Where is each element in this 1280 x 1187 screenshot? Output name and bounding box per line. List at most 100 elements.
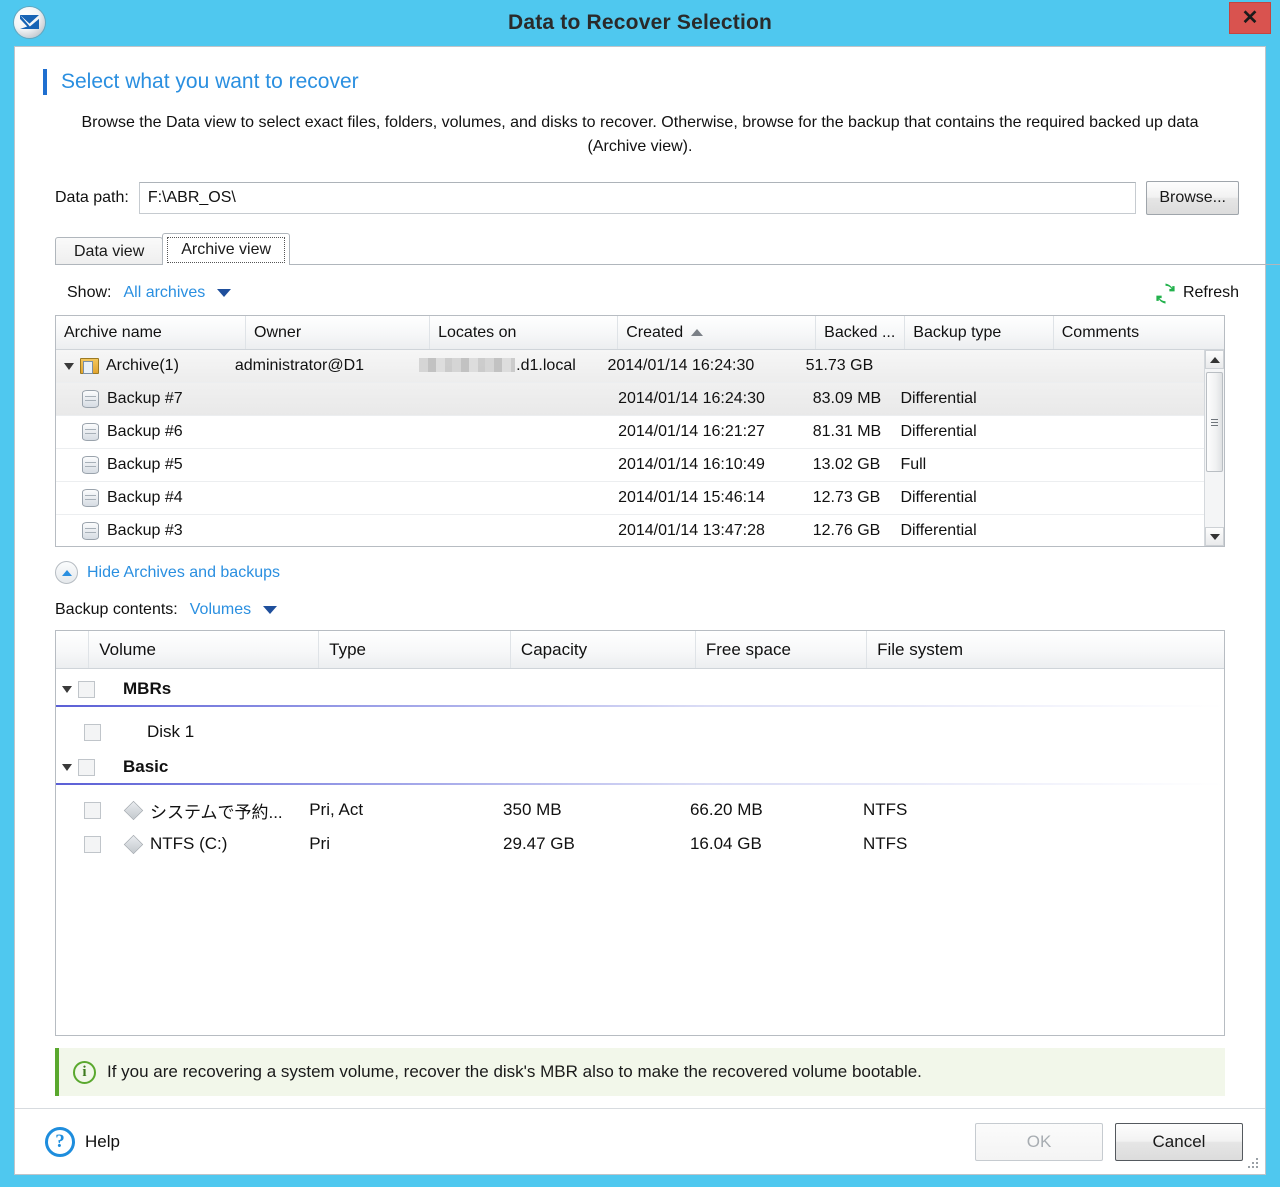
volume-table: Volume Type Capacity Free space File sys…	[55, 630, 1225, 1036]
backup-contents-row: Backup contents: Volumes	[55, 598, 1265, 622]
column-header-backed-up[interactable]: Backed ...	[816, 316, 906, 349]
backup-disk-icon	[82, 390, 99, 408]
cell-volume: Disk 1	[147, 722, 195, 741]
column-header-capacity[interactable]: Capacity	[511, 631, 696, 668]
info-banner-text: If you are recovering a system volume, r…	[107, 1062, 922, 1081]
table-row[interactable]: NTFS (C:) Pri 29.47 GB 16.04 GB NTFS	[56, 827, 1224, 861]
table-row[interactable]: Backup #6 2014/01/14 16:21:27 81.31 MB D…	[56, 416, 1204, 449]
chevron-down-icon[interactable]	[217, 289, 232, 297]
show-value-dropdown[interactable]: All archives	[123, 284, 205, 302]
row-checkbox[interactable]	[78, 680, 95, 698]
focus-ring	[167, 237, 286, 263]
cell-backed-up: 83.09 MB	[812, 390, 882, 407]
archive-table-body: Archive(1) administrator@D1 .d1.local 20…	[56, 350, 1204, 546]
cell-owner: administrator@D1	[234, 357, 365, 374]
cell-created: 2014/01/14 16:24:30	[607, 357, 755, 374]
chevron-down-icon[interactable]	[263, 606, 278, 614]
show-filter-row: Show: All archives Refresh	[67, 281, 1239, 305]
cell-file-system: NTFS	[863, 800, 908, 819]
archive-folder-icon	[80, 358, 99, 374]
close-icon[interactable]: ✕	[1229, 2, 1271, 34]
cell-created: 2014/01/14 16:24:30	[618, 390, 765, 407]
chevron-down-icon	[1209, 533, 1220, 540]
cell-backed-up: 13.02 GB	[812, 456, 881, 473]
question-circle-icon: ?	[45, 1126, 75, 1157]
ok-button[interactable]: OK	[975, 1122, 1103, 1161]
show-label: Show:	[67, 284, 112, 301]
browse-button[interactable]: Browse...	[1146, 181, 1239, 215]
data-path-label: Data path:	[55, 189, 129, 206]
cell-backup-type: Differential	[900, 390, 977, 407]
cell-archive-name: Backup #3	[107, 522, 183, 539]
cell-backup-type: Full	[900, 456, 927, 473]
row-checkbox[interactable]	[84, 801, 101, 819]
column-header-owner[interactable]: Owner	[246, 316, 431, 349]
chevron-up-icon	[1209, 356, 1220, 363]
refresh-button[interactable]: Refresh	[1155, 282, 1239, 304]
scroll-down-button[interactable]	[1205, 527, 1224, 546]
table-row[interactable]: Archive(1) administrator@D1 .d1.local 20…	[56, 350, 1204, 383]
table-row[interactable]: Backup #3 2014/01/14 13:47:28 12.76 GB D…	[56, 515, 1204, 546]
column-header-archive-name[interactable]: Archive name	[56, 316, 247, 349]
table-row[interactable]: Backup #4 2014/01/14 15:46:14 12.73 GB D…	[56, 482, 1204, 515]
cell-volume: システムで予約...	[150, 802, 283, 822]
cell-backed-up: 12.73 GB	[812, 489, 881, 506]
column-header-free-space[interactable]: Free space	[696, 631, 868, 668]
cell-created: 2014/01/14 16:21:27	[618, 423, 765, 440]
cancel-button[interactable]: Cancel	[1115, 1122, 1243, 1161]
redaction-block	[419, 358, 516, 372]
cell-capacity: 350 MB	[503, 800, 562, 819]
archive-table-scrollbar[interactable]	[1204, 350, 1224, 546]
column-header-comments[interactable]: Comments	[1054, 316, 1224, 349]
scroll-up-button[interactable]	[1205, 350, 1224, 369]
column-header-checkbox	[56, 631, 90, 668]
row-checkbox[interactable]	[84, 835, 101, 853]
cell-capacity: 29.47 GB	[503, 834, 575, 853]
cell-archive-name: Backup #4	[107, 489, 183, 506]
expand-collapse-icon[interactable]	[62, 763, 72, 771]
backup-contents-dropdown[interactable]: Volumes	[190, 601, 251, 619]
expand-collapse-icon[interactable]	[64, 362, 74, 370]
table-row[interactable]: システムで予約... Pri, Act 350 MB 66.20 MB NTFS	[56, 793, 1224, 827]
cell-backup-type: Differential	[900, 423, 977, 440]
hide-archives-link[interactable]: Hide Archives and backups	[55, 561, 1265, 584]
table-row[interactable]: Backup #7 2014/01/14 16:24:30 83.09 MB D…	[56, 383, 1204, 416]
dialog-client-area: Select what you want to recover Browse t…	[14, 46, 1280, 1175]
data-path-input[interactable]	[138, 182, 1137, 214]
cell-volume: Basic	[123, 757, 169, 776]
column-header-file-system[interactable]: File system	[867, 631, 1224, 668]
cell-type: Pri	[309, 834, 330, 853]
tab-archive-view[interactable]: Archive view	[162, 233, 291, 265]
heading-text: Select what you want to recover	[61, 70, 359, 93]
volume-table-header: Volume Type Capacity Free space File sys…	[56, 631, 1224, 669]
scrollbar-thumb[interactable]	[1206, 372, 1223, 472]
cell-archive-name: Backup #5	[107, 456, 183, 473]
cell-backup-type: Differential	[900, 489, 977, 506]
row-checkbox[interactable]	[84, 723, 101, 741]
title-bar: Data to Recover Selection ✕	[0, 0, 1280, 46]
resize-grip-icon[interactable]	[1247, 1157, 1260, 1170]
column-header-volume[interactable]: Volume	[89, 631, 320, 668]
archive-table: Archive name Owner Locates on Created Ba…	[55, 315, 1225, 547]
backup-contents-label: Backup contents:	[55, 601, 178, 618]
hide-archives-label: Hide Archives and backups	[87, 563, 280, 581]
archive-table-header: Archive name Owner Locates on Created Ba…	[56, 316, 1224, 350]
column-header-backup-type[interactable]: Backup type	[905, 316, 1054, 349]
column-header-locates-on[interactable]: Locates on	[430, 316, 619, 349]
table-row[interactable]: Disk 1	[56, 715, 1224, 749]
table-row[interactable]: MBRs	[56, 671, 1224, 707]
expand-collapse-icon[interactable]	[62, 685, 72, 693]
row-checkbox[interactable]	[78, 758, 95, 776]
tab-data-view[interactable]: Data view	[55, 237, 164, 265]
cell-created: 2014/01/14 15:46:14	[618, 489, 765, 506]
help-button[interactable]: ? Help	[45, 1126, 120, 1157]
view-tabs: Data view Archive view	[55, 233, 1280, 265]
volume-table-body: MBRs Disk 1 Basic システムで予約... Pri, Act 35…	[56, 669, 1224, 1035]
cell-locates-on: .d1.local	[411, 357, 599, 375]
cell-created: 2014/01/14 16:10:49	[618, 456, 765, 473]
table-row[interactable]: Backup #5 2014/01/14 16:10:49 13.02 GB F…	[56, 449, 1204, 482]
table-row[interactable]: Basic	[56, 749, 1224, 785]
column-header-created[interactable]: Created	[618, 316, 817, 349]
page-description: Browse the Data view to select exact fil…	[81, 114, 1199, 155]
column-header-type[interactable]: Type	[319, 631, 511, 668]
